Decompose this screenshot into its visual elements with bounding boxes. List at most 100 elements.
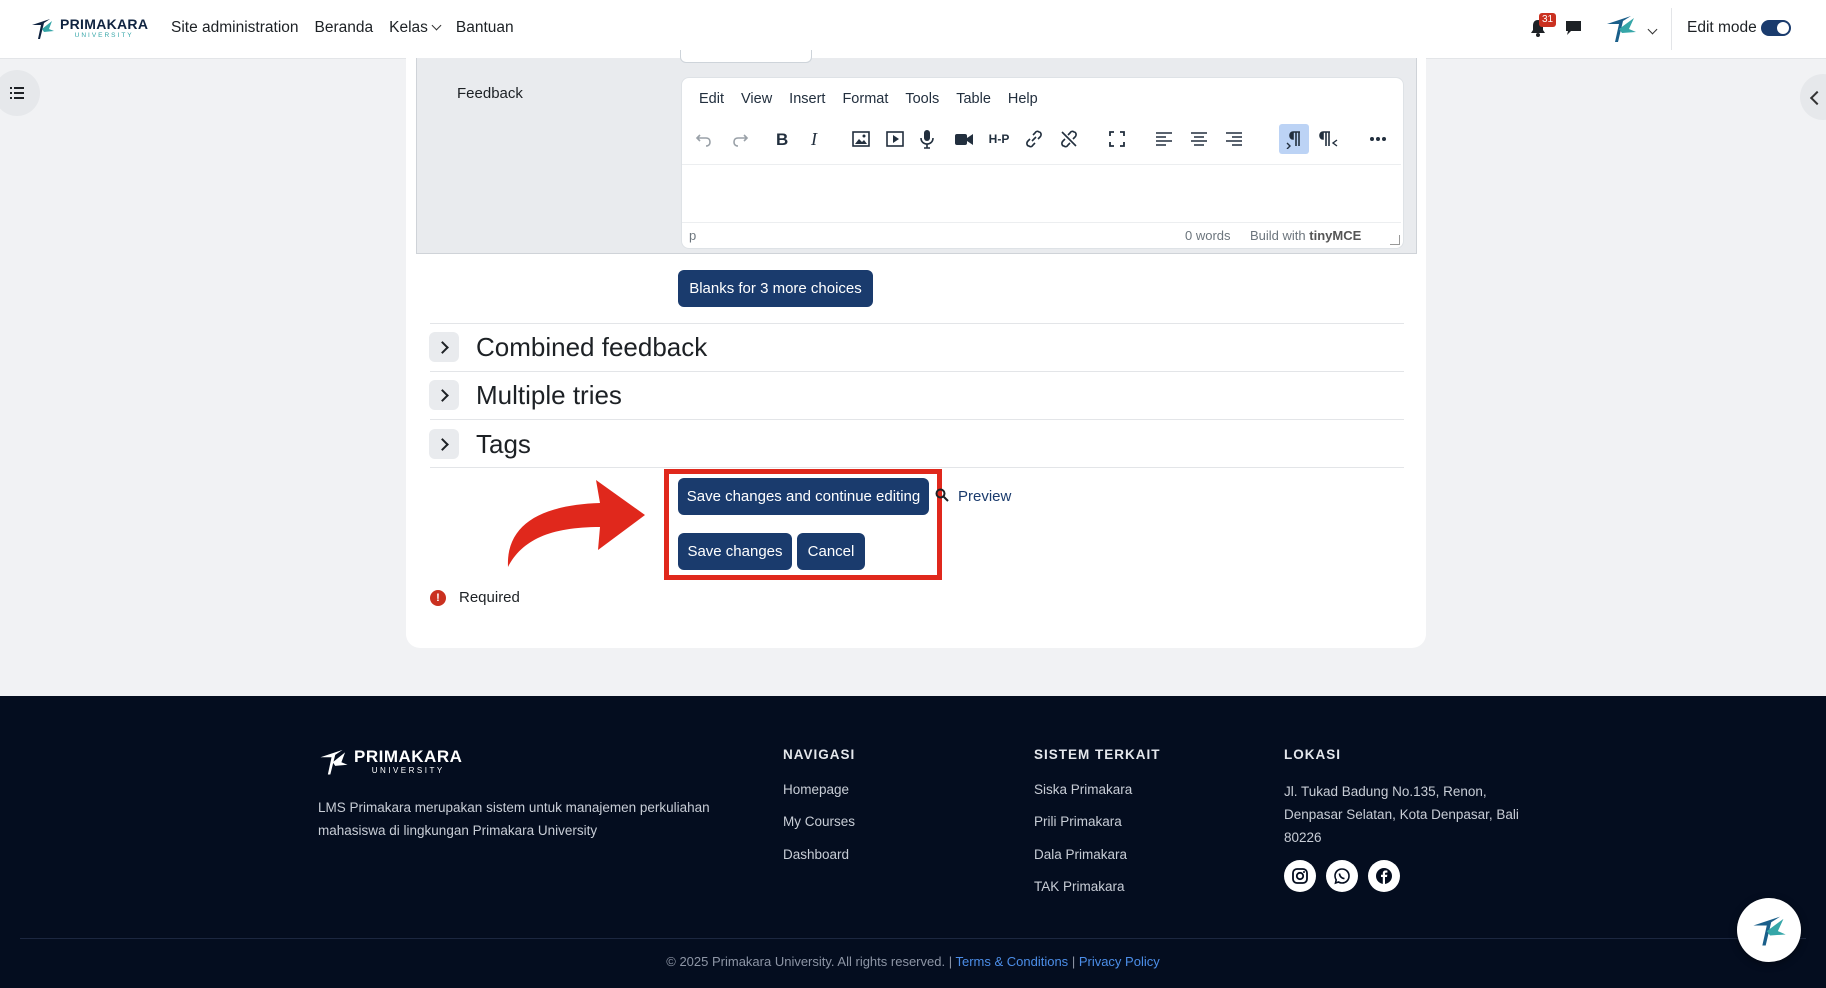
required-icon: ! xyxy=(430,590,446,606)
edit-mode-toggle[interactable] xyxy=(1761,20,1791,36)
block-drawer-toggle[interactable] xyxy=(1800,74,1826,120)
word-count[interactable]: 0 words xyxy=(1185,228,1231,243)
footer-link-tak[interactable]: TAK Primakara xyxy=(1034,879,1125,894)
svg-text:I: I xyxy=(810,129,818,149)
record-audio-icon[interactable] xyxy=(912,124,942,154)
chevron-right-icon[interactable] xyxy=(429,380,459,410)
footer-link-prili[interactable]: Prili Primakara xyxy=(1034,814,1122,829)
search-icon[interactable] xyxy=(935,488,949,502)
user-avatar[interactable] xyxy=(1603,10,1639,46)
list-icon xyxy=(10,87,24,99)
undo-icon[interactable] xyxy=(689,124,719,154)
section-divider xyxy=(430,419,1404,420)
footer-logo[interactable]: PRIMAKARA UNIVERSITY xyxy=(318,745,462,777)
h5p-label: H-P xyxy=(988,132,1010,146)
image-icon[interactable] xyxy=(846,124,876,154)
chevron-down-icon xyxy=(431,20,442,31)
footer-related-title: SISTEM TERKAIT xyxy=(1034,747,1161,762)
preview-link[interactable]: Preview xyxy=(958,488,1011,505)
privacy-link[interactable]: Privacy Policy xyxy=(1079,954,1160,969)
required-legend: Required xyxy=(459,589,520,606)
nav-bantuan[interactable]: Bantuan xyxy=(456,19,514,37)
section-divider xyxy=(430,323,1404,324)
record-video-icon[interactable] xyxy=(949,124,979,154)
footer-link-dala[interactable]: Dala Primakara xyxy=(1034,847,1127,862)
footer-link-siska[interactable]: Siska Primakara xyxy=(1034,782,1132,797)
bold-icon[interactable]: B xyxy=(766,124,796,154)
menu-edit[interactable]: Edit xyxy=(699,91,724,107)
brand-logo[interactable]: PRIMAKARA UNIVERSITY xyxy=(30,15,148,41)
instagram-icon[interactable] xyxy=(1284,860,1316,892)
footer-brand-name: PRIMAKARA xyxy=(354,746,463,766)
whatsapp-icon[interactable] xyxy=(1326,860,1358,892)
menu-view[interactable]: View xyxy=(741,91,772,107)
footer-location-title: LOKASI xyxy=(1284,747,1342,762)
tinymce-branding[interactable]: Build with tinyMCE xyxy=(1250,228,1361,243)
nav-kelas-label: Kelas xyxy=(389,19,428,36)
footer-brand-sub: UNIVERSITY xyxy=(371,765,445,775)
chevron-right-icon[interactable] xyxy=(429,429,459,459)
nav-kelas[interactable]: Kelas xyxy=(389,19,442,37)
messages-icon[interactable] xyxy=(1565,20,1582,36)
align-left-icon[interactable] xyxy=(1149,124,1179,154)
menu-format[interactable]: Format xyxy=(842,91,888,107)
menu-table[interactable]: Table xyxy=(956,91,991,107)
terms-link[interactable]: Terms & Conditions xyxy=(955,954,1068,969)
copyright-text: © 2025 Primakara University. All rights … xyxy=(666,954,946,969)
svg-text:B: B xyxy=(776,130,788,149)
media-icon[interactable] xyxy=(880,124,910,154)
ltr-icon[interactable] xyxy=(1279,124,1309,154)
primakara-logo-icon xyxy=(32,19,54,39)
resize-handle-icon[interactable] xyxy=(1390,235,1400,245)
italic-icon[interactable]: I xyxy=(800,124,830,154)
menu-help[interactable]: Help xyxy=(1008,91,1038,107)
h5p-icon[interactable]: H-P xyxy=(984,124,1014,154)
menu-tools[interactable]: Tools xyxy=(905,91,939,107)
highlight-box xyxy=(664,469,942,580)
copyright-separator: | xyxy=(1071,954,1079,969)
section-divider xyxy=(430,371,1404,372)
nav-beranda[interactable]: Beranda xyxy=(315,19,374,37)
course-index-toggle[interactable] xyxy=(0,70,40,116)
section-tags[interactable]: Tags xyxy=(476,429,531,460)
link-icon[interactable] xyxy=(1019,124,1049,154)
chat-assistant-button[interactable] xyxy=(1737,898,1801,962)
fullscreen-icon[interactable] xyxy=(1102,124,1132,154)
section-multiple-tries[interactable]: Multiple tries xyxy=(476,380,622,411)
brand-sub: UNIVERSITY xyxy=(74,31,134,39)
navbar-divider xyxy=(1671,8,1672,50)
tinymce-brand: tinyMCE xyxy=(1309,228,1362,243)
footer-link-dashboard[interactable]: Dashboard xyxy=(783,847,849,862)
section-divider xyxy=(430,467,1404,468)
redo-icon[interactable] xyxy=(725,124,755,154)
edit-mode-label: Edit mode xyxy=(1687,19,1757,36)
footer-description: LMS Primakara merupakan sistem untuk man… xyxy=(318,800,710,838)
chevron-right-icon[interactable] xyxy=(429,332,459,362)
build-with-text: Build with xyxy=(1250,228,1306,243)
notification-badge: 31 xyxy=(1539,13,1557,27)
footer-nav-title: NAVIGASI xyxy=(783,747,856,762)
element-path[interactable]: p xyxy=(689,228,696,243)
align-right-icon[interactable] xyxy=(1219,124,1249,154)
footer-divider xyxy=(20,938,1806,939)
rtl-icon[interactable] xyxy=(1314,124,1344,154)
grade-select[interactable] xyxy=(680,50,812,63)
editor-toolbar-separator xyxy=(682,164,1401,165)
footer-address: Jl. Tukad Badung No.135, Renon, Denpasar… xyxy=(1284,784,1519,845)
annotation-arrow-icon xyxy=(507,480,645,567)
site-footer xyxy=(0,696,1826,988)
section-combined-feedback[interactable]: Combined feedback xyxy=(476,332,707,363)
facebook-icon[interactable] xyxy=(1368,860,1400,892)
primakara-logo-icon xyxy=(1753,916,1786,946)
menu-insert[interactable]: Insert xyxy=(789,91,825,107)
blanks-more-choices-button[interactable]: Blanks for 3 more choices xyxy=(678,270,873,307)
footer-link-my-courses[interactable]: My Courses xyxy=(783,814,855,829)
more-icon[interactable] xyxy=(1363,124,1393,154)
align-center-icon[interactable] xyxy=(1184,124,1214,154)
nav-site-administration[interactable]: Site administration xyxy=(171,19,299,37)
unlink-icon[interactable] xyxy=(1054,124,1084,154)
brand-name: PRIMAKARA xyxy=(60,15,149,32)
footer-link-homepage[interactable]: Homepage xyxy=(783,782,849,797)
primakara-logo-icon xyxy=(320,749,348,775)
editor-menubar: Edit View Insert Format Tools Table Help xyxy=(699,91,1038,107)
